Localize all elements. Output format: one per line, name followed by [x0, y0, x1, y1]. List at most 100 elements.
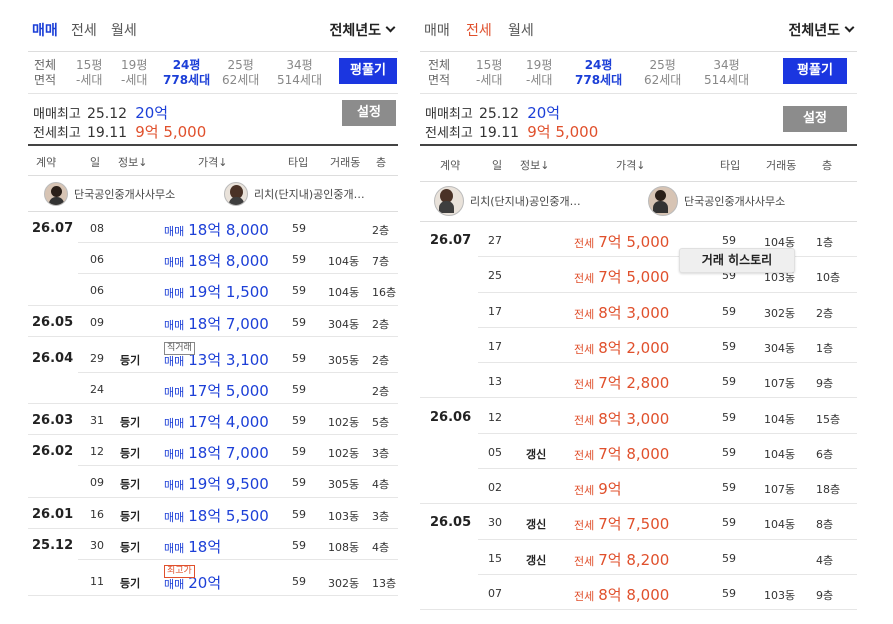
area-type: 59	[722, 551, 736, 565]
floor: 3층	[372, 447, 390, 461]
trade-type-tabs: 매매 전세 월세 전체년도	[420, 0, 857, 52]
trade-history-tooltip: 거래 히스토리	[679, 248, 795, 273]
floor: 3층	[372, 509, 390, 523]
tab-sale[interactable]: 매매	[32, 20, 58, 40]
agent-dankook[interactable]: 단국공인중개사사무소	[44, 182, 175, 206]
max-sale-price: 20억	[135, 104, 169, 122]
size-24[interactable]: 24평 778세대	[163, 58, 210, 88]
trade-type-label: 매매	[164, 448, 185, 462]
table-row[interactable]: 15 갱신 59 4층 전세 7억 8,200	[420, 540, 857, 575]
contract-day: 17	[488, 304, 502, 318]
area-type: 59	[722, 375, 736, 389]
header-floor: 층	[376, 156, 387, 169]
contract-day: 16	[90, 507, 104, 521]
area-type: 59	[722, 339, 736, 353]
building-dong: 302동	[764, 306, 796, 320]
header-info-sort[interactable]: 정보↓	[118, 154, 147, 170]
contract-day: 30	[488, 516, 502, 530]
size-34[interactable]: 34평 514세대	[704, 58, 749, 88]
contract-month: 26.06	[430, 409, 472, 425]
agent-rich[interactable]: 리치(단지내)공인중개…	[434, 186, 581, 216]
header-day: 일	[492, 159, 503, 172]
area-type: 59	[292, 538, 306, 552]
header-info-sort[interactable]: 정보↓	[520, 157, 549, 173]
agent-dankook[interactable]: 단국공인중개사사무소	[648, 186, 785, 216]
sale-history-panel: 매매 전세 월세 전체년도 전체 면적 15평 -세대 19평 -세대 24평 778세…	[28, 0, 398, 624]
table-row[interactable]: 24 59 2층 매매 17억 5,000	[28, 373, 398, 404]
pyeong-toggle-button[interactable]: 평풀기	[339, 58, 397, 84]
row-divider	[420, 609, 857, 611]
price-amount: 18억 5,500	[188, 506, 269, 525]
size-label: 전체	[428, 58, 451, 72]
year-select[interactable]: 전체년도	[329, 20, 396, 40]
area-type: 59	[722, 304, 736, 318]
size-34[interactable]: 34평 514세대	[277, 58, 322, 88]
table-row[interactable]: 25.12 30 등기 59 108동 4층 매매 18억	[28, 529, 398, 560]
trade-type-label: 매매	[164, 510, 185, 524]
table-row[interactable]: 13 59 107동 9층 전세 7억 2,800	[420, 363, 857, 399]
table-row[interactable]: 26.01 16 등기 59 103동 3층 매매 18억 5,500	[28, 498, 398, 529]
agent-name: 리치(단지내)공인중개…	[470, 195, 581, 208]
price: 매매 18억 8,000	[164, 250, 269, 271]
size-all[interactable]: 전체 면적	[428, 58, 450, 88]
table-row[interactable]: 06 59 104동 7층 매매 18억 8,000	[28, 243, 398, 275]
table-row[interactable]: 26.07 08 59 2층 매매 18억 8,000	[28, 212, 398, 244]
table-row[interactable]: 09 등기 59 305동 4층 매매 19억 9,500	[28, 466, 398, 498]
trade-type-label: 전세	[574, 413, 595, 427]
table-row[interactable]: 17 59 304동 1층 전세 8억 2,000	[420, 328, 857, 364]
table-row[interactable]: 26.06 12 59 104동 15층 전세 8억 3,000	[420, 399, 857, 434]
price: 매매 18억	[164, 536, 221, 557]
contract-day: 17	[488, 339, 502, 353]
tab-monthly[interactable]: 월세	[111, 20, 137, 40]
settings-button[interactable]: 설정	[783, 106, 847, 132]
max-jeonse-date: 19.11	[478, 125, 520, 141]
pyeong-toggle-button[interactable]: 평풀기	[783, 58, 847, 84]
table-row[interactable]: 17 59 302동 2층 전세 8억 3,000	[420, 293, 857, 328]
max-jeonse-price: 9억 5,000	[135, 123, 207, 141]
trade-type-label: 매매	[164, 417, 185, 430]
size-all[interactable]: 전체 면적	[34, 58, 56, 88]
year-select[interactable]: 전체년도	[788, 20, 855, 40]
floor: 1층	[816, 236, 834, 249]
tab-jeonse[interactable]: 전세	[466, 20, 492, 40]
size-25[interactable]: 25평 62세대	[222, 58, 259, 88]
tab-jeonse[interactable]: 전세	[71, 20, 97, 40]
max-sale-date: 25.12	[86, 106, 128, 122]
table-header: 계약 일 정보↓ 가격↓ 타입 거래동 층	[28, 146, 398, 176]
info-label: 등기	[120, 478, 141, 492]
table-row[interactable]: 26.03 31 등기 59 102동 5층 매매 17억 4,000	[28, 404, 398, 436]
tab-sale[interactable]: 매매	[424, 20, 450, 40]
table-row[interactable]: 07 59 103동 9층 전세 8억 8,000	[420, 575, 857, 611]
floor: 4층	[816, 553, 834, 567]
floor: 15층	[816, 412, 841, 426]
table-header: 계약 일 정보↓ 가격↓ 타입 거래동 층	[420, 146, 857, 182]
table-row[interactable]: 11 등기 59 302동 13층 매매 20억 최고가	[28, 560, 398, 596]
agent-rich[interactable]: 리치(단지내)공인중개…	[224, 182, 365, 206]
table-row[interactable]: 05 갱신 59 104동 6층 전세 7억 8,000	[420, 434, 857, 470]
trade-type-label: 전세	[574, 307, 595, 321]
contract-day: 30	[90, 538, 104, 552]
building-dong: 304동	[328, 317, 360, 331]
settings-button[interactable]: 설정	[342, 100, 396, 126]
size-25[interactable]: 25평 62세대	[644, 58, 681, 88]
table-row[interactable]: 26.02 12 등기 59 102동 3층 매매 18억 7,000	[28, 435, 398, 467]
table-row[interactable]: 26.04 29 등기 59 305동 2층 매매 13억 3,100 직거래	[28, 337, 398, 373]
size-24[interactable]: 24평 778세대	[575, 58, 622, 88]
header-price-sort[interactable]: 가격↓	[198, 154, 227, 170]
size-19[interactable]: 19평 -세대	[121, 58, 147, 88]
size-count: 면적	[428, 73, 451, 87]
header-price-sort[interactable]: 가격↓	[616, 157, 645, 173]
size-15[interactable]: 15평 -세대	[476, 58, 502, 88]
table-row[interactable]: 26.05 30 갱신 59 104동 8층 전세 7억 7,500	[420, 504, 857, 540]
size-15[interactable]: 15평 -세대	[76, 58, 102, 88]
contract-month: 26.07	[32, 221, 74, 236]
building-dong: 103동	[764, 589, 796, 602]
size-19[interactable]: 19평 -세대	[526, 58, 552, 88]
table-row[interactable]: 06 59 104동 16층 매매 19억 1,500	[28, 274, 398, 306]
table-row[interactable]: 02 59 107동 18층 전세 9억	[420, 469, 857, 505]
size-label: 19평	[121, 58, 148, 72]
floor: 10층	[816, 271, 841, 285]
tab-monthly[interactable]: 월세	[508, 20, 534, 40]
size-count: -세대	[476, 73, 503, 87]
table-row[interactable]: 26.05 09 59 304동 2층 매매 18억 7,000	[28, 306, 398, 337]
